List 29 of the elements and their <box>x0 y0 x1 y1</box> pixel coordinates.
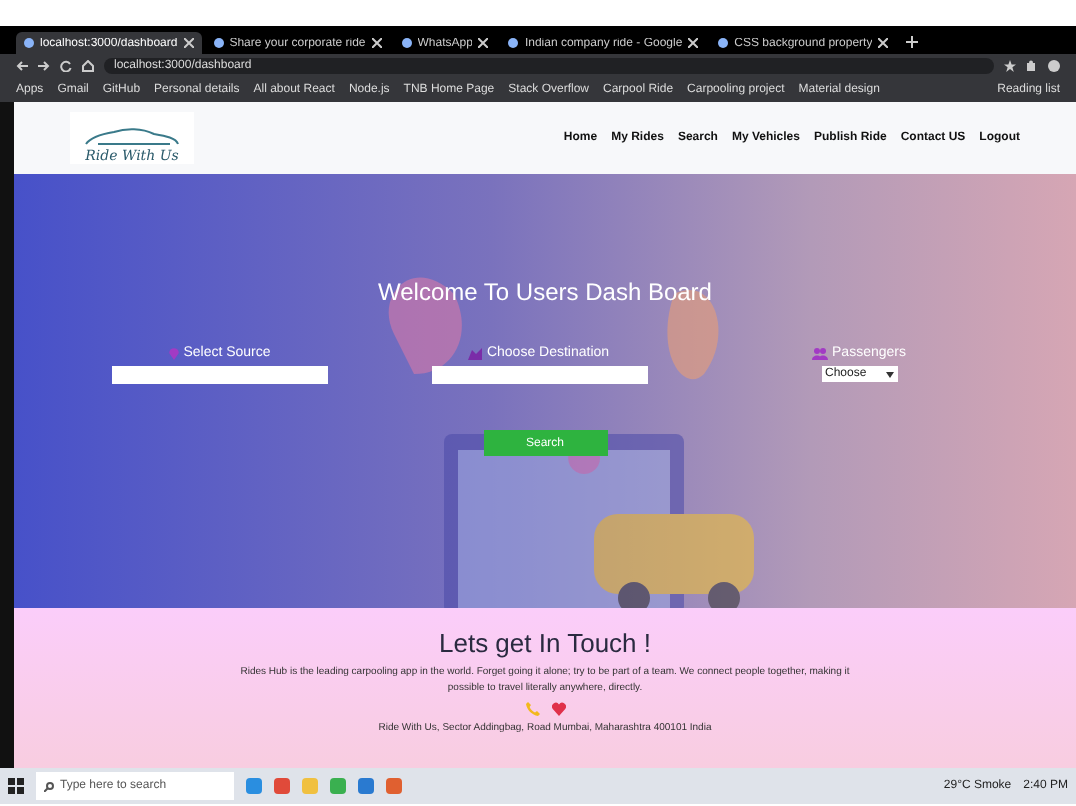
close-icon[interactable] <box>878 38 889 48</box>
favicon-icon <box>718 38 729 48</box>
users-icon <box>812 347 829 359</box>
home-icon[interactable] <box>82 59 94 71</box>
source-input[interactable] <box>111 366 327 384</box>
windows-start-icon[interactable] <box>8 778 24 794</box>
favicon-icon <box>401 38 412 48</box>
phone-icon <box>525 702 539 716</box>
favicon-icon <box>24 38 34 48</box>
heart-icon <box>551 702 565 716</box>
destination-input[interactable] <box>431 366 647 384</box>
close-icon[interactable] <box>478 38 489 48</box>
map-pin-icon <box>167 347 180 359</box>
close-icon[interactable] <box>371 38 382 48</box>
plus-icon[interactable] <box>906 36 919 48</box>
reload-icon[interactable] <box>60 59 72 71</box>
star-icon[interactable] <box>1004 59 1016 71</box>
forward-arrow-icon[interactable] <box>38 59 50 71</box>
contact-title: Lets get In Touch ! <box>439 628 651 658</box>
profile-icon[interactable] <box>1048 59 1060 71</box>
close-icon[interactable] <box>183 38 194 48</box>
hero-title: Welcome To Users Dash Board <box>378 278 712 306</box>
back-arrow-icon[interactable] <box>16 59 28 71</box>
search-icon <box>44 781 54 791</box>
close-icon[interactable] <box>688 38 699 48</box>
favicon-icon <box>213 38 224 48</box>
car-outline-icon <box>82 124 182 148</box>
caret-icon <box>885 371 893 377</box>
favicon-icon <box>508 38 519 48</box>
